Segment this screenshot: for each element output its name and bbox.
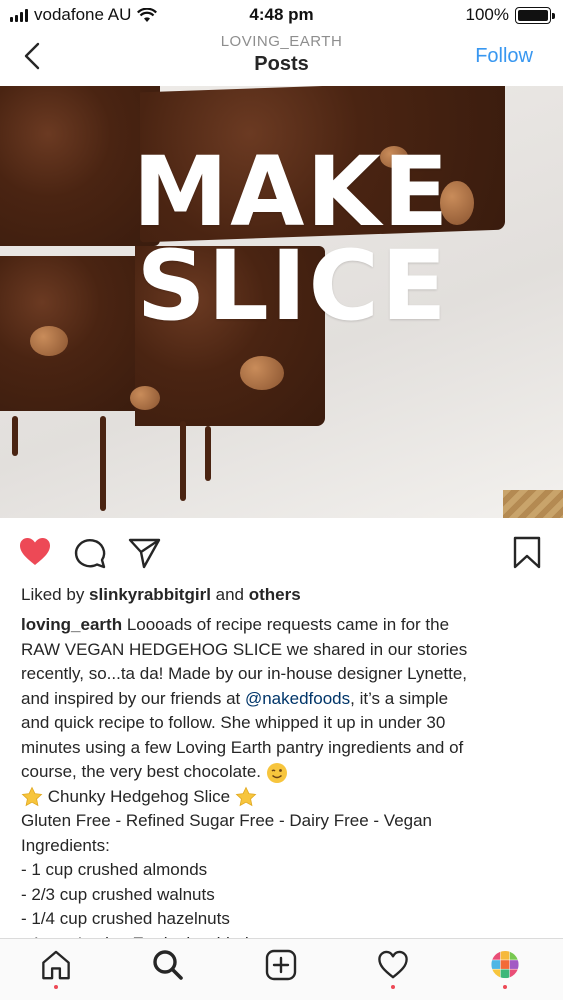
image-headline-line1: MAKE — [132, 136, 451, 248]
caption-line: Gluten Free - Refined Sugar Free - Dairy… — [21, 811, 433, 830]
tab-profile[interactable] — [485, 949, 525, 989]
recipe-title: Chunky Hedgehog Slice — [43, 786, 235, 806]
image-headline-line2: SLICE — [136, 230, 449, 342]
tab-home[interactable] — [36, 949, 76, 989]
tab-activity[interactable] — [373, 949, 413, 989]
likes-prefix: Liked by — [21, 585, 90, 604]
caption-line: Ingredients: — [21, 835, 110, 855]
home-icon — [42, 950, 70, 980]
caption-line: Chunky Hedgehog Slice — [21, 785, 546, 810]
caption-line: recently, so...ta da! Made by our in-hou… — [21, 664, 468, 683]
likes-middle: and — [210, 585, 249, 604]
almond — [130, 386, 160, 410]
notification-dot — [54, 985, 58, 989]
post-actions — [0, 530, 563, 574]
send-icon[interactable] — [126, 534, 162, 570]
battery-percent: 100% — [465, 5, 509, 24]
ingredient-item: - 2/3 cup crushed walnuts — [21, 884, 215, 904]
liker-username[interactable]: slinkyrabbitgirl — [89, 585, 211, 604]
activity-heart-icon — [378, 950, 408, 979]
bottom-tab-bar — [0, 938, 563, 1000]
caption-line: loving_earth Loooads of recipe requests … — [21, 613, 546, 638]
post-caption: loving_earth Loooads of recipe requests … — [21, 613, 546, 956]
nav-header: LOVING_EARTH Posts Follow — [0, 30, 563, 86]
caption-text: and inspired by our friends at — [21, 688, 245, 708]
wooden-board — [503, 490, 563, 518]
caption-text: , it’s a simple — [350, 688, 449, 708]
chocolate-drip — [100, 416, 106, 511]
heart-icon[interactable] — [17, 534, 53, 570]
star-icon — [235, 786, 257, 807]
almond — [240, 356, 284, 390]
caption-line: minutes using a few Loving Earth pantry … — [21, 737, 464, 757]
tab-search[interactable] — [148, 949, 188, 989]
battery-icon — [515, 6, 555, 24]
tab-new-post[interactable] — [261, 949, 301, 989]
chocolate-drip — [205, 426, 211, 481]
profile-avatar-icon — [491, 950, 519, 979]
status-bar: vodafone AU 4:48 pm 100% — [0, 0, 563, 30]
follow-button[interactable]: Follow — [475, 45, 533, 68]
comment-icon[interactable] — [72, 534, 108, 570]
likes-summary[interactable]: Liked by slinkyrabbitgirl and others — [21, 585, 301, 605]
ingredient-item: - 1 cup crushed almonds — [21, 860, 208, 879]
caption-text: course, the very best chocolate. — [21, 762, 266, 781]
chocolate-drip — [12, 416, 18, 456]
mention-link[interactable]: @nakedfoods — [245, 689, 350, 708]
caption-line: and inspired by our friends at @nakedfoo… — [21, 687, 546, 712]
status-right: 100% — [465, 5, 555, 25]
caption-line: RAW VEGAN HEDGEHOG SLICE we shared in ou… — [21, 639, 468, 659]
notification-dot — [503, 985, 507, 989]
bookmark-icon[interactable] — [509, 534, 545, 570]
caption-username[interactable]: loving_earth — [21, 615, 122, 634]
star-icon — [21, 786, 43, 807]
likes-others[interactable]: others — [249, 585, 301, 604]
caption-line: course, the very best chocolate. — [21, 760, 546, 785]
caption-line: and quick recipe to follow. She whipped … — [21, 713, 446, 732]
winking-face-icon — [266, 762, 287, 783]
add-post-icon — [265, 949, 297, 981]
ingredient-item: - 1/4 cup crushed hazelnuts — [21, 909, 230, 928]
search-icon — [153, 950, 183, 980]
notification-dot — [391, 985, 395, 989]
caption-text: Loooads of recipe requests came in for t… — [122, 615, 450, 634]
post-image[interactable]: MAKE SLICE — [0, 86, 563, 518]
chocolate-drip — [180, 421, 186, 501]
